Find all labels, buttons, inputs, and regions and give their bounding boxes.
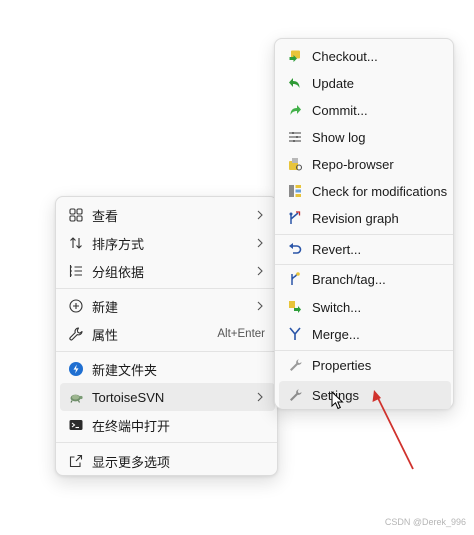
submenu-item-checkout[interactable]: Checkout... (279, 42, 451, 70)
list-group-icon (68, 263, 84, 279)
menu-item-label: Check for modifications (312, 183, 448, 199)
properties-icon (287, 357, 303, 373)
tortoisesvn-submenu: Checkout... Update Commit... Show log Re… (274, 38, 454, 409)
menu-separator (56, 442, 277, 443)
revert-icon (287, 241, 303, 257)
menu-item-label: 排序方式 (92, 236, 145, 252)
mouse-cursor-icon (331, 391, 344, 410)
menu-item-properties[interactable]: 属性 Alt+Enter (60, 320, 275, 348)
menu-item-open-in-terminal[interactable]: 在终端中打开 (60, 411, 275, 439)
menu-item-label: 属性 (92, 327, 119, 343)
terminal-icon (68, 417, 84, 433)
menu-item-label: Switch... (312, 299, 362, 315)
menu-item-label: 新建 (92, 299, 119, 315)
wrench-icon (68, 326, 84, 342)
submenu-item-revision-graph[interactable]: Revision graph (279, 204, 451, 232)
check-modifications-icon (287, 183, 303, 199)
menu-item-tortoisesvn[interactable]: TortoiseSVN (60, 383, 275, 411)
repo-browser-icon (287, 156, 303, 172)
watermark-text: CSDN @Derek_996 (384, 517, 466, 527)
menu-item-label: 新建文件夹 (92, 362, 158, 378)
submenu-item-properties[interactable]: Properties (279, 351, 451, 379)
menu-item-label: Merge... (312, 326, 360, 342)
submenu-item-show-log[interactable]: Show log (279, 123, 451, 151)
menu-item-label: Show log (312, 129, 366, 145)
menu-item-label: Revert... (312, 241, 362, 257)
merge-icon (287, 326, 303, 342)
menu-item-label: Repo-browser (312, 156, 394, 172)
chevron-right-icon (255, 238, 265, 248)
grid-view-icon (68, 207, 84, 223)
switch-icon (287, 299, 303, 315)
submenu-item-merge[interactable]: Merge... (279, 320, 451, 348)
submenu-item-revert[interactable]: Revert... (279, 235, 451, 263)
sort-arrows-icon (68, 235, 84, 251)
menu-item-label: Commit... (312, 102, 368, 118)
menu-item-sort-by[interactable]: 排序方式 (60, 229, 275, 257)
share-icon (68, 453, 84, 469)
chevron-right-icon (255, 392, 265, 402)
show-log-icon (287, 129, 303, 145)
context-menu: 查看 排序方式 分组依据 新建 属性 Alt+Enter 新建文件夹 Torto… (55, 196, 278, 476)
chevron-right-icon (255, 301, 265, 311)
menu-item-label: 显示更多选项 (92, 454, 171, 470)
menu-item-new-folder[interactable]: 新建文件夹 (60, 355, 275, 383)
submenu-item-settings[interactable]: Settings (279, 381, 451, 409)
keyboard-shortcut: Alt+Enter (217, 328, 265, 340)
menu-item-show-more-options[interactable]: 显示更多选项 (60, 447, 275, 475)
settings-icon (287, 387, 303, 403)
menu-item-new[interactable]: 新建 (60, 292, 275, 320)
submenu-item-check-for-modifications[interactable]: Check for modifications (279, 177, 451, 205)
branch-tag-icon (287, 271, 303, 287)
menu-separator (56, 288, 277, 289)
chevron-right-icon (255, 266, 265, 276)
update-icon (287, 75, 303, 91)
menu-separator (56, 351, 277, 352)
folder-icon (68, 361, 84, 377)
submenu-item-branch-tag[interactable]: Branch/tag... (279, 265, 451, 293)
menu-item-label: Branch/tag... (312, 271, 386, 287)
menu-item-label: Properties (312, 357, 372, 373)
menu-item-label: TortoiseSVN (92, 389, 165, 405)
menu-item-label: Update (312, 75, 354, 91)
submenu-item-commit[interactable]: Commit... (279, 96, 451, 124)
tortoise-icon (68, 389, 84, 405)
commit-icon (287, 102, 303, 118)
plus-circle-icon (68, 298, 84, 314)
menu-item-label: 分组依据 (92, 264, 145, 280)
menu-item-view[interactable]: 查看 (60, 201, 275, 229)
chevron-right-icon (255, 210, 265, 220)
menu-item-label: Revision graph (312, 210, 399, 226)
checkout-icon (287, 48, 303, 64)
submenu-item-repo-browser[interactable]: Repo-browser (279, 150, 451, 178)
submenu-item-switch[interactable]: Switch... (279, 293, 451, 321)
revision-graph-icon (287, 210, 303, 226)
menu-item-label: 查看 (92, 208, 119, 224)
menu-item-label: Checkout... (312, 48, 378, 64)
menu-item-label: 在终端中打开 (92, 418, 171, 434)
menu-item-group-by[interactable]: 分组依据 (60, 257, 275, 285)
submenu-item-update[interactable]: Update (279, 69, 451, 97)
